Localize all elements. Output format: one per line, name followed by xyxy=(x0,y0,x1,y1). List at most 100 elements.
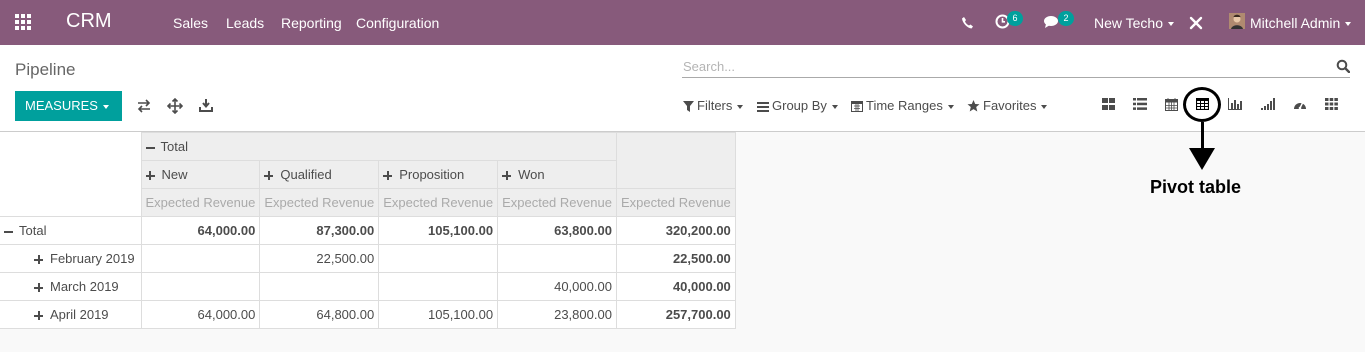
expand-icon xyxy=(383,171,393,181)
annotation-arrow-shaft xyxy=(1201,122,1204,149)
row-header-label: March 2019 xyxy=(50,279,119,294)
table-row: February 2019 22,500.00 22,500.00 xyxy=(0,244,736,273)
expand-all-icon[interactable] xyxy=(166,97,184,115)
col-header-qualified[interactable]: Qualified xyxy=(259,160,380,189)
expand-icon xyxy=(34,255,43,265)
row-header[interactable]: February 2019 xyxy=(0,244,142,273)
phone-icon[interactable] xyxy=(961,0,975,45)
row-header[interactable]: March 2019 xyxy=(0,272,142,301)
pivot-cell[interactable] xyxy=(259,272,380,301)
pivot-total-cell[interactable]: 40,000.00 xyxy=(615,272,736,301)
menu-configuration[interactable]: Configuration xyxy=(356,15,439,31)
filters-dropdown[interactable]: Filters xyxy=(683,98,744,113)
row-header-label: Total xyxy=(19,223,47,238)
company-name: New Techo xyxy=(1094,15,1164,31)
pivot-cell[interactable]: 63,800.00 xyxy=(497,216,617,245)
avatar[interactable] xyxy=(1229,0,1245,45)
row-header[interactable]: April 2019 xyxy=(0,300,142,329)
pivot-cell[interactable] xyxy=(378,272,499,301)
breadcrumb[interactable]: Pipeline xyxy=(15,60,76,80)
group-by-dropdown[interactable]: Group By xyxy=(757,98,838,113)
search-icon[interactable] xyxy=(1336,59,1351,76)
favorites-label: Favorites xyxy=(983,98,1037,113)
col-header-proposition[interactable]: Proposition xyxy=(378,160,499,189)
group-by-label: Group By xyxy=(772,98,827,113)
dashboard-view-icon[interactable] xyxy=(1293,98,1307,112)
pivot-cell[interactable]: 64,000.00 xyxy=(140,300,261,329)
kanban-view-icon[interactable] xyxy=(1102,98,1116,112)
pivot-cell[interactable] xyxy=(497,244,617,273)
pivot-cell[interactable]: 87,300.00 xyxy=(259,216,380,245)
expand-icon xyxy=(145,171,155,181)
expand-icon xyxy=(34,311,43,321)
col-header-won[interactable]: Won xyxy=(497,160,617,189)
pivot-total-cell[interactable]: 257,700.00 xyxy=(615,300,736,329)
messages-icon[interactable] xyxy=(1043,0,1059,45)
user-menu[interactable]: Mitchell Admin xyxy=(1250,15,1352,31)
col-header-new[interactable]: New xyxy=(140,160,261,189)
top-navbar: CRM Sales Leads Reporting Configuration … xyxy=(0,0,1365,45)
row-header-total[interactable]: Total xyxy=(0,216,142,245)
menu-sales[interactable]: Sales xyxy=(173,15,208,31)
apps-menu-icon[interactable] xyxy=(14,13,32,31)
col-header-total[interactable]: Total xyxy=(140,132,617,161)
pivot-cell[interactable] xyxy=(140,272,261,301)
activity-view-icon[interactable] xyxy=(1325,98,1339,112)
measure-header[interactable]: Expected Revenue xyxy=(615,188,736,217)
pivot-total-cell[interactable]: 22,500.00 xyxy=(615,244,736,273)
expand-icon xyxy=(264,171,274,181)
download-icon[interactable] xyxy=(199,98,215,114)
pivot-cell[interactable]: 64,800.00 xyxy=(259,300,380,329)
caret-down-icon xyxy=(1041,104,1048,109)
calendar-view-icon[interactable] xyxy=(1165,98,1179,112)
caret-down-icon xyxy=(1345,22,1352,27)
pivot-cell[interactable]: 22,500.00 xyxy=(259,244,380,273)
pivot-cell[interactable] xyxy=(378,244,499,273)
control-panel: Pipeline MEASURES Filters xyxy=(0,45,1365,132)
debug-tools-icon[interactable] xyxy=(1189,0,1203,45)
graph-view-icon[interactable] xyxy=(1228,98,1242,112)
pivot-cell[interactable]: 105,100.00 xyxy=(378,300,499,329)
favorites-dropdown[interactable]: Favorites xyxy=(967,98,1048,113)
pivot-corner xyxy=(0,132,142,217)
filters-label: Filters xyxy=(697,98,733,113)
measures-button[interactable]: MEASURES xyxy=(15,91,122,121)
app-brand: CRM xyxy=(66,10,112,32)
measure-header[interactable]: Expected Revenue xyxy=(378,188,499,217)
collapse-icon xyxy=(4,230,13,233)
pivot-cell[interactable]: 64,000.00 xyxy=(140,216,261,245)
flip-axis-icon[interactable] xyxy=(136,98,152,114)
list-view-icon[interactable] xyxy=(1133,98,1147,112)
menu-reporting[interactable]: Reporting xyxy=(281,15,342,31)
pivot-total-cell[interactable]: 320,200.00 xyxy=(615,216,736,245)
expand-icon xyxy=(34,283,43,293)
caret-down-icon xyxy=(947,104,954,109)
annotation-circle xyxy=(1183,87,1221,122)
user-name: Mitchell Admin xyxy=(1250,15,1341,31)
star-icon xyxy=(967,100,980,112)
pivot-cell[interactable]: 23,800.00 xyxy=(497,300,617,329)
pivot-cell[interactable]: 105,100.00 xyxy=(378,216,499,245)
col-header-label: New xyxy=(161,167,188,182)
col-header-label: Won xyxy=(518,167,545,182)
pivot-cell[interactable]: 40,000.00 xyxy=(497,272,617,301)
cohort-view-icon[interactable] xyxy=(1261,98,1275,112)
search-input[interactable] xyxy=(683,58,1313,75)
pivot-table: Total New Qualified Proposition Won Expe… xyxy=(0,132,736,329)
expand-icon xyxy=(502,171,512,181)
row-header-label: April 2019 xyxy=(50,307,109,322)
annotation-arrow-head xyxy=(1189,148,1215,170)
company-switcher[interactable]: New Techo xyxy=(1094,15,1175,31)
measure-header[interactable]: Expected Revenue xyxy=(140,188,261,217)
caret-down-icon xyxy=(102,104,109,109)
time-ranges-dropdown[interactable]: Time Ranges xyxy=(851,98,954,113)
measure-header[interactable]: Expected Revenue xyxy=(259,188,380,217)
col-header-total-label: Total xyxy=(160,139,188,154)
filter-icon xyxy=(683,101,694,112)
menu-leads[interactable]: Leads xyxy=(226,15,264,31)
annotation-label: Pivot table xyxy=(1150,177,1242,197)
bars-icon xyxy=(757,102,769,112)
pivot-cell[interactable] xyxy=(140,244,261,273)
caret-down-icon xyxy=(1168,22,1175,27)
measure-header[interactable]: Expected Revenue xyxy=(497,188,617,217)
